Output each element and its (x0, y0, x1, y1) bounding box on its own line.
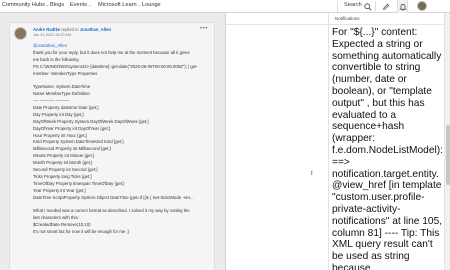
post-line: Hour Property int Hour {get;} (33, 132, 88, 138)
post-line (33, 201, 213, 208)
reply-card: Andre Radtke replied to Jonathan_Allen J… (9, 22, 215, 270)
post-line: Kind Property System.DateTimeKind Kind {… (33, 139, 124, 145)
chevron-down-icon: ⌄ (137, 2, 141, 7)
scrollbar-thumb[interactable] (446, 125, 450, 185)
pencil-icon[interactable] (380, 1, 391, 12)
nav-microsoft-learn[interactable]: Microsoft Learn⌄ (98, 2, 141, 8)
post-header: Andre Radtke replied to Jonathan_Allen (33, 27, 111, 32)
nav-events[interactable]: Events⌄ (70, 2, 91, 8)
mention-link[interactable]: @Jonathan_Allen (33, 43, 213, 50)
nav-label: Community Hubs (2, 2, 45, 8)
nav-blogs[interactable]: Blogs (50, 2, 64, 8)
post-line: Date Property datetime Date {get;} (33, 105, 99, 111)
post-line: ---- ---------- ---------- (33, 98, 70, 104)
post-line: TimeOfDay Property timespan TimeOfDay {g… (33, 180, 125, 186)
top-nav: Community Hubs⌄ Blogs Events⌄ Microsoft … (0, 0, 450, 13)
chevron-down-icon: ⌄ (88, 2, 92, 7)
template-error-message: For "${...}" content: Expected a string … (332, 27, 443, 270)
author-avatar[interactable] (14, 27, 27, 40)
bell-icon[interactable] (397, 0, 408, 13)
post-line: DateTime ScriptProperty System.Object Da… (33, 194, 194, 200)
post-line: Year Property int Year {get;} (33, 187, 86, 193)
post-line: It's not smart but for now it will be en… (33, 229, 130, 235)
post-line: Minute Property int Minute {get;} (33, 153, 95, 159)
post-line: last characters with this: (33, 215, 79, 221)
post-line: Second Property int Second {get;} (33, 167, 98, 173)
panel-divider (328, 13, 329, 270)
post-line: PS C:\WINDOWS\system32> [datetime]::get-… (33, 63, 198, 69)
nav-label: Lounge (142, 2, 161, 8)
post-line: thank you for your reply, but it does no… (33, 49, 190, 55)
author-link[interactable]: Andre Radtke (33, 27, 60, 32)
post-line: DayOfYear Property int DayOfYear {get;} (33, 125, 111, 131)
nav-label: Blogs (50, 2, 64, 8)
more-options-icon[interactable]: ••• (200, 26, 208, 32)
post-line: member -MemberType Properties (33, 70, 98, 76)
post-line (33, 77, 213, 84)
replied-to-text: replied to (61, 27, 79, 32)
nav-label: Microsoft Learn (98, 2, 137, 8)
target-user-link[interactable]: Jonathan_Allen (80, 27, 111, 32)
nav-divider (337, 1, 338, 12)
nav-community-hubs[interactable]: Community Hubs⌄ (2, 2, 49, 8)
post-area: Andre Radtke replied to Jonathan_Allen J… (0, 13, 225, 270)
post-line: What I needed was a correct format as de… (33, 208, 190, 214)
avatar[interactable] (417, 1, 427, 11)
post-line: DayOfWeek Property System.DayOfWeek DayO… (33, 118, 149, 124)
text-cursor-icon: I (311, 171, 313, 177)
scrollbar[interactable] (444, 13, 450, 270)
nav-label: Events (70, 2, 88, 8)
post-line: Millisecond Property int Millisecond {ge… (33, 146, 112, 152)
post-line: Month Property int Month {get;} (33, 160, 93, 166)
post-line: Name MemberType Definition (33, 91, 90, 97)
post-line: Ticks Property long Ticks {get;} (33, 173, 92, 179)
post-line: me back is the following (33, 56, 79, 62)
notifications-header: Notifications (226, 13, 450, 25)
search-icon[interactable] (362, 1, 373, 12)
notifications-panel: Notifications For "${...}" content: Expe… (225, 13, 450, 270)
notifications-title: Notifications (335, 16, 360, 21)
nav-lounge[interactable]: Lounge (142, 2, 161, 8)
chevron-down-icon: ⌄ (45, 2, 50, 7)
search-label[interactable]: Search (344, 2, 362, 8)
post-body: @Jonathan_Allen thank you for your reply,… (33, 43, 213, 236)
post-line: TypeName: System.DateTime (33, 84, 91, 90)
nav-divider (375, 1, 376, 12)
post-date: Jan 31 2022 10:20 AM (33, 33, 71, 37)
post-line: Day Property int Day {get;} (33, 111, 84, 117)
post-line: $CreatedDate.Remove(10,10) (33, 222, 91, 228)
